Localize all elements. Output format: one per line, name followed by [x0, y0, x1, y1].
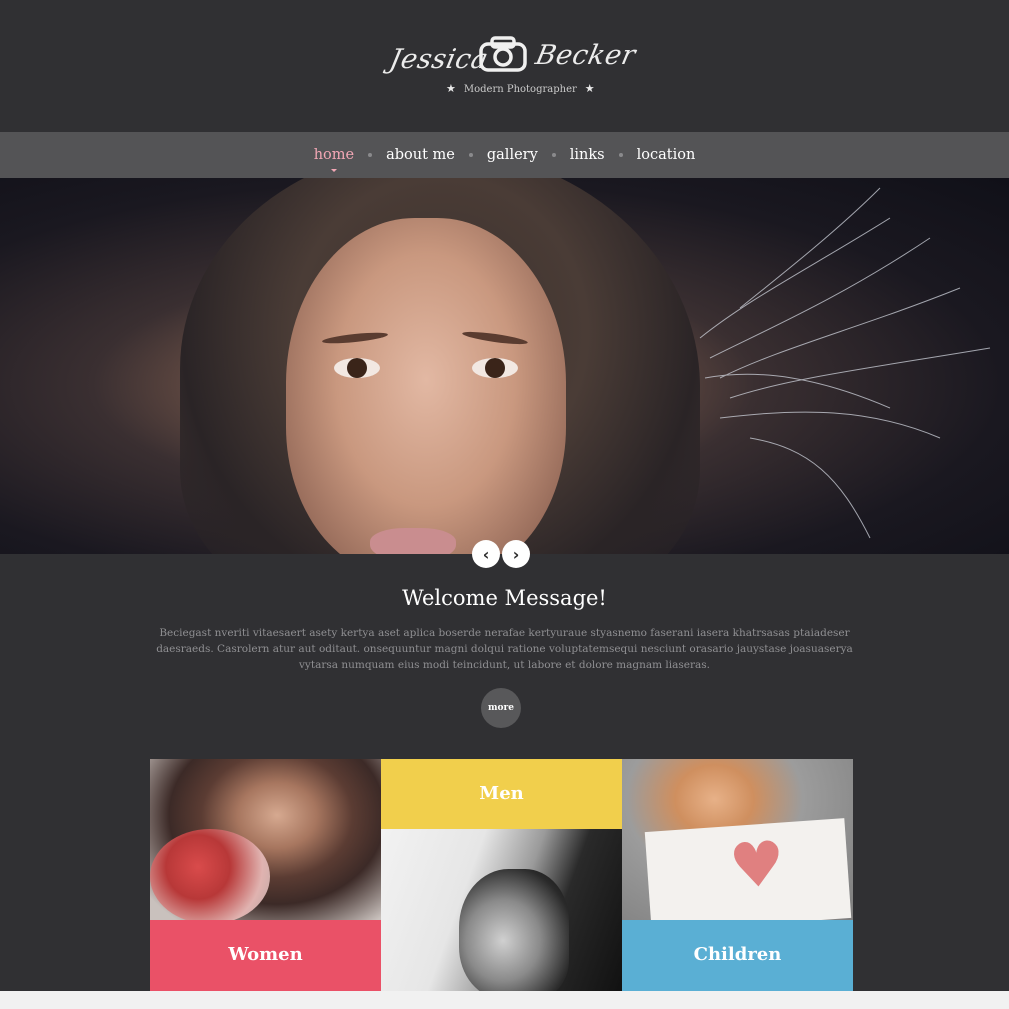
slider-next-button[interactable]: › — [502, 540, 530, 568]
nav-separator — [368, 153, 373, 157]
hero-slider — [0, 178, 1009, 554]
slide-image-face — [286, 218, 566, 554]
nav-item-home[interactable]: home — [314, 147, 354, 172]
nav-separator — [468, 153, 473, 157]
category-children-label: Children — [693, 944, 782, 965]
welcome-title: Welcome Message! — [402, 586, 607, 610]
nav-item-links[interactable]: links — [570, 147, 605, 163]
chevron-right-icon: › — [512, 544, 520, 564]
nav-separator — [551, 153, 556, 157]
category-children[interactable]: Children — [622, 920, 853, 991]
site-logo[interactable]: Jessica Becker ★ Modern Photographer ★ — [372, 30, 639, 102]
slide-image-strands — [699, 187, 991, 539]
tagline-text: Modern Photographer — [463, 84, 577, 95]
slider-prev-button[interactable]: ‹ — [472, 540, 500, 568]
site-header: Jessica Becker ★ Modern Photographer ★ — [0, 0, 1009, 132]
nav-item-about-me[interactable]: about me — [386, 147, 455, 163]
nav-item-location[interactable]: location — [637, 147, 696, 163]
footer-strip — [0, 991, 1009, 1009]
category-women[interactable]: Women — [150, 920, 381, 991]
chevron-left-icon: ‹ — [482, 544, 490, 564]
nav-separator — [618, 153, 623, 157]
children-photo[interactable]: ♥ — [622, 759, 853, 920]
category-men-label: Men — [479, 783, 524, 804]
heart-drawing-icon: ♥ — [726, 826, 788, 904]
more-button[interactable]: more — [481, 688, 521, 728]
nav-list: home about me gallery links location — [0, 132, 1009, 178]
camera-icon — [479, 36, 527, 72]
category-women-label: Women — [228, 944, 303, 965]
main-nav: home about me gallery links location — [0, 132, 1009, 178]
category-grid: Women Men ♥ Children — [150, 759, 853, 991]
nav-item-gallery[interactable]: gallery — [487, 147, 538, 163]
star-icon: ★ — [446, 82, 456, 95]
star-icon: ★ — [584, 82, 595, 95]
men-photo[interactable] — [381, 829, 622, 991]
logo-tagline: ★ Modern Photographer ★ — [438, 82, 603, 95]
category-men[interactable]: Men — [381, 759, 622, 829]
logo-first-name: Jessica — [386, 44, 492, 75]
welcome-text: Beciegast nveriti vitaesaert asety kerty… — [156, 627, 853, 671]
women-photo[interactable] — [150, 759, 381, 920]
logo-last-name: Becker — [532, 40, 639, 71]
